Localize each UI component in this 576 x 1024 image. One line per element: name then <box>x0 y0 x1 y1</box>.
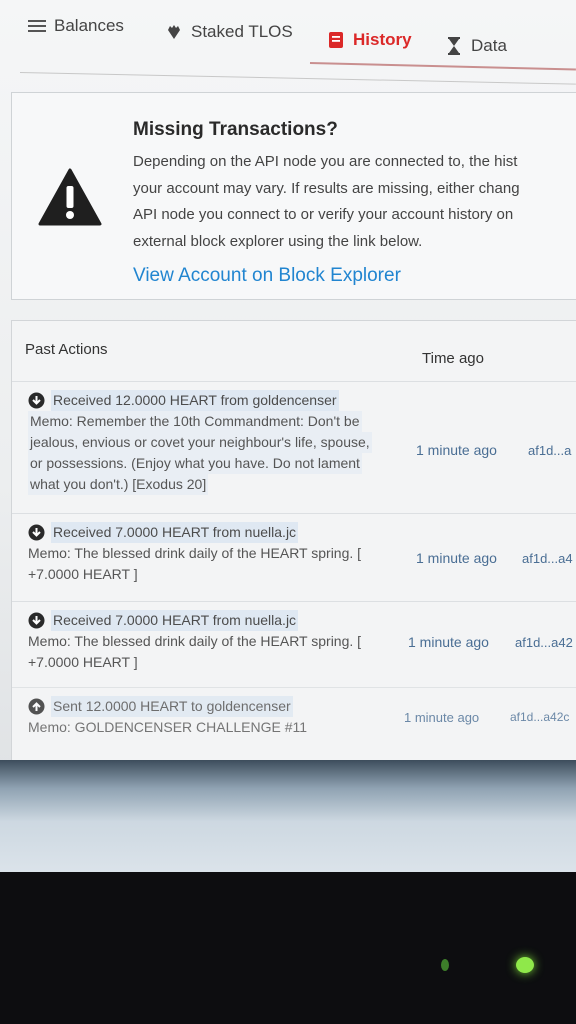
arrow-down-circle-icon <box>28 392 45 409</box>
tab-staked-tlos[interactable]: Staked TLOS <box>165 22 293 42</box>
message-line: your account may vary. If results are mi… <box>133 179 520 197</box>
block-explorer-link[interactable]: View Account on Block Explorer <box>133 265 401 287</box>
memo-line: +7.0000 HEART ] <box>28 566 138 582</box>
stake-icon <box>165 23 183 41</box>
column-header-past-actions: Past Actions <box>25 341 108 358</box>
memo-line: Memo: GOLDENCENSER CHALLENGE #11 <box>28 719 308 735</box>
memo-line: what you don't.) [Exodus 20] <box>28 474 209 495</box>
action-summary: Received 12.0000 HEART from goldencenser <box>51 390 339 411</box>
table-row: Received 12.0000 HEART from goldencenser… <box>12 381 576 506</box>
transaction-id-link[interactable]: af1d...a <box>528 443 571 458</box>
warning-icon <box>38 168 102 226</box>
time-ago: 1 minute ago <box>416 550 497 566</box>
memo-line: Memo: The blessed drink daily of the HEA… <box>28 545 362 561</box>
memo-line: Memo: The blessed drink daily of the HEA… <box>28 633 362 649</box>
arrow-down-circle-icon <box>28 524 45 541</box>
time-ago: 1 minute ago <box>408 634 489 650</box>
history-icon <box>327 31 345 49</box>
time-ago: 1 minute ago <box>416 442 497 458</box>
message-line: Depending on the API node you are connec… <box>133 153 518 170</box>
message-body: Depending on the API node you are connec… <box>133 149 576 255</box>
tab-divider <box>19 72 576 85</box>
tab-history[interactable]: History <box>327 30 412 50</box>
tab-label: History <box>353 30 412 49</box>
arrow-down-circle-icon <box>28 612 45 629</box>
message-line: API node you connect to or verify your a… <box>133 206 514 223</box>
action-summary: Received 7.0000 HEART from nuella.jc <box>51 522 299 543</box>
action-summary: Sent 12.0000 HEART to goldencenser <box>51 696 293 717</box>
arrow-up-circle-icon <box>28 698 45 715</box>
action-description: Received 7.0000 HEART from nuella.jc Mem… <box>28 610 398 673</box>
table-row: Sent 12.0000 HEART to goldencenser Memo:… <box>12 687 576 758</box>
column-header-time-ago: Time ago <box>422 350 484 367</box>
action-summary: Received 7.0000 HEART from nuella.jc <box>51 610 299 631</box>
tab-bar: Balances Staked TLOS History Data <box>0 0 576 85</box>
hamburger-icon <box>28 17 46 35</box>
transaction-id-link[interactable]: af1d...a42c <box>510 710 569 724</box>
taskbar-blurred <box>0 760 576 872</box>
action-description: Received 12.0000 HEART from goldencenser… <box>28 390 398 495</box>
past-actions-table: Past Actions Time ago Received 12.0000 H… <box>11 320 576 762</box>
memo-line: Memo: Remember the 10th Commandment: Don… <box>28 411 362 432</box>
tab-label: Staked TLOS <box>191 22 293 41</box>
browser-viewport: Balances Staked TLOS History Data Missin… <box>0 0 576 872</box>
table-row: Received 7.0000 HEART from nuella.jc Mem… <box>12 601 576 684</box>
tab-data[interactable]: Data <box>445 36 507 56</box>
table-row: Received 7.0000 HEART from nuella.jc Mem… <box>12 513 576 594</box>
transaction-id-link[interactable]: af1d...a4 <box>522 551 573 566</box>
tab-label: Balances <box>54 16 124 35</box>
action-description: Received 7.0000 HEART from nuella.jc Mem… <box>28 522 398 585</box>
laptop-bezel <box>0 872 576 1024</box>
time-ago: 1 minute ago <box>404 710 480 725</box>
message-title: Missing Transactions? <box>133 119 338 140</box>
memo-line: or possessions. (Enjoy what you have. Do… <box>28 453 362 474</box>
message-line: external block explorer using the link b… <box>133 232 423 250</box>
tab-balances[interactable]: Balances <box>28 16 124 36</box>
missing-transactions-message: Missing Transactions? Depending on the A… <box>11 92 576 300</box>
memo-line: +7.0000 HEART ] <box>28 654 138 670</box>
memo-line: jealous, envious or covet your neighbour… <box>28 432 372 453</box>
hourglass-icon <box>445 37 463 55</box>
transaction-id-link[interactable]: af1d...a42 <box>515 635 573 650</box>
status-led <box>516 957 534 973</box>
active-tab-underline <box>309 62 576 71</box>
tab-label: Data <box>471 36 507 55</box>
power-led <box>441 959 449 971</box>
action-description: Sent 12.0000 HEART to goldencenser Memo:… <box>28 696 398 738</box>
